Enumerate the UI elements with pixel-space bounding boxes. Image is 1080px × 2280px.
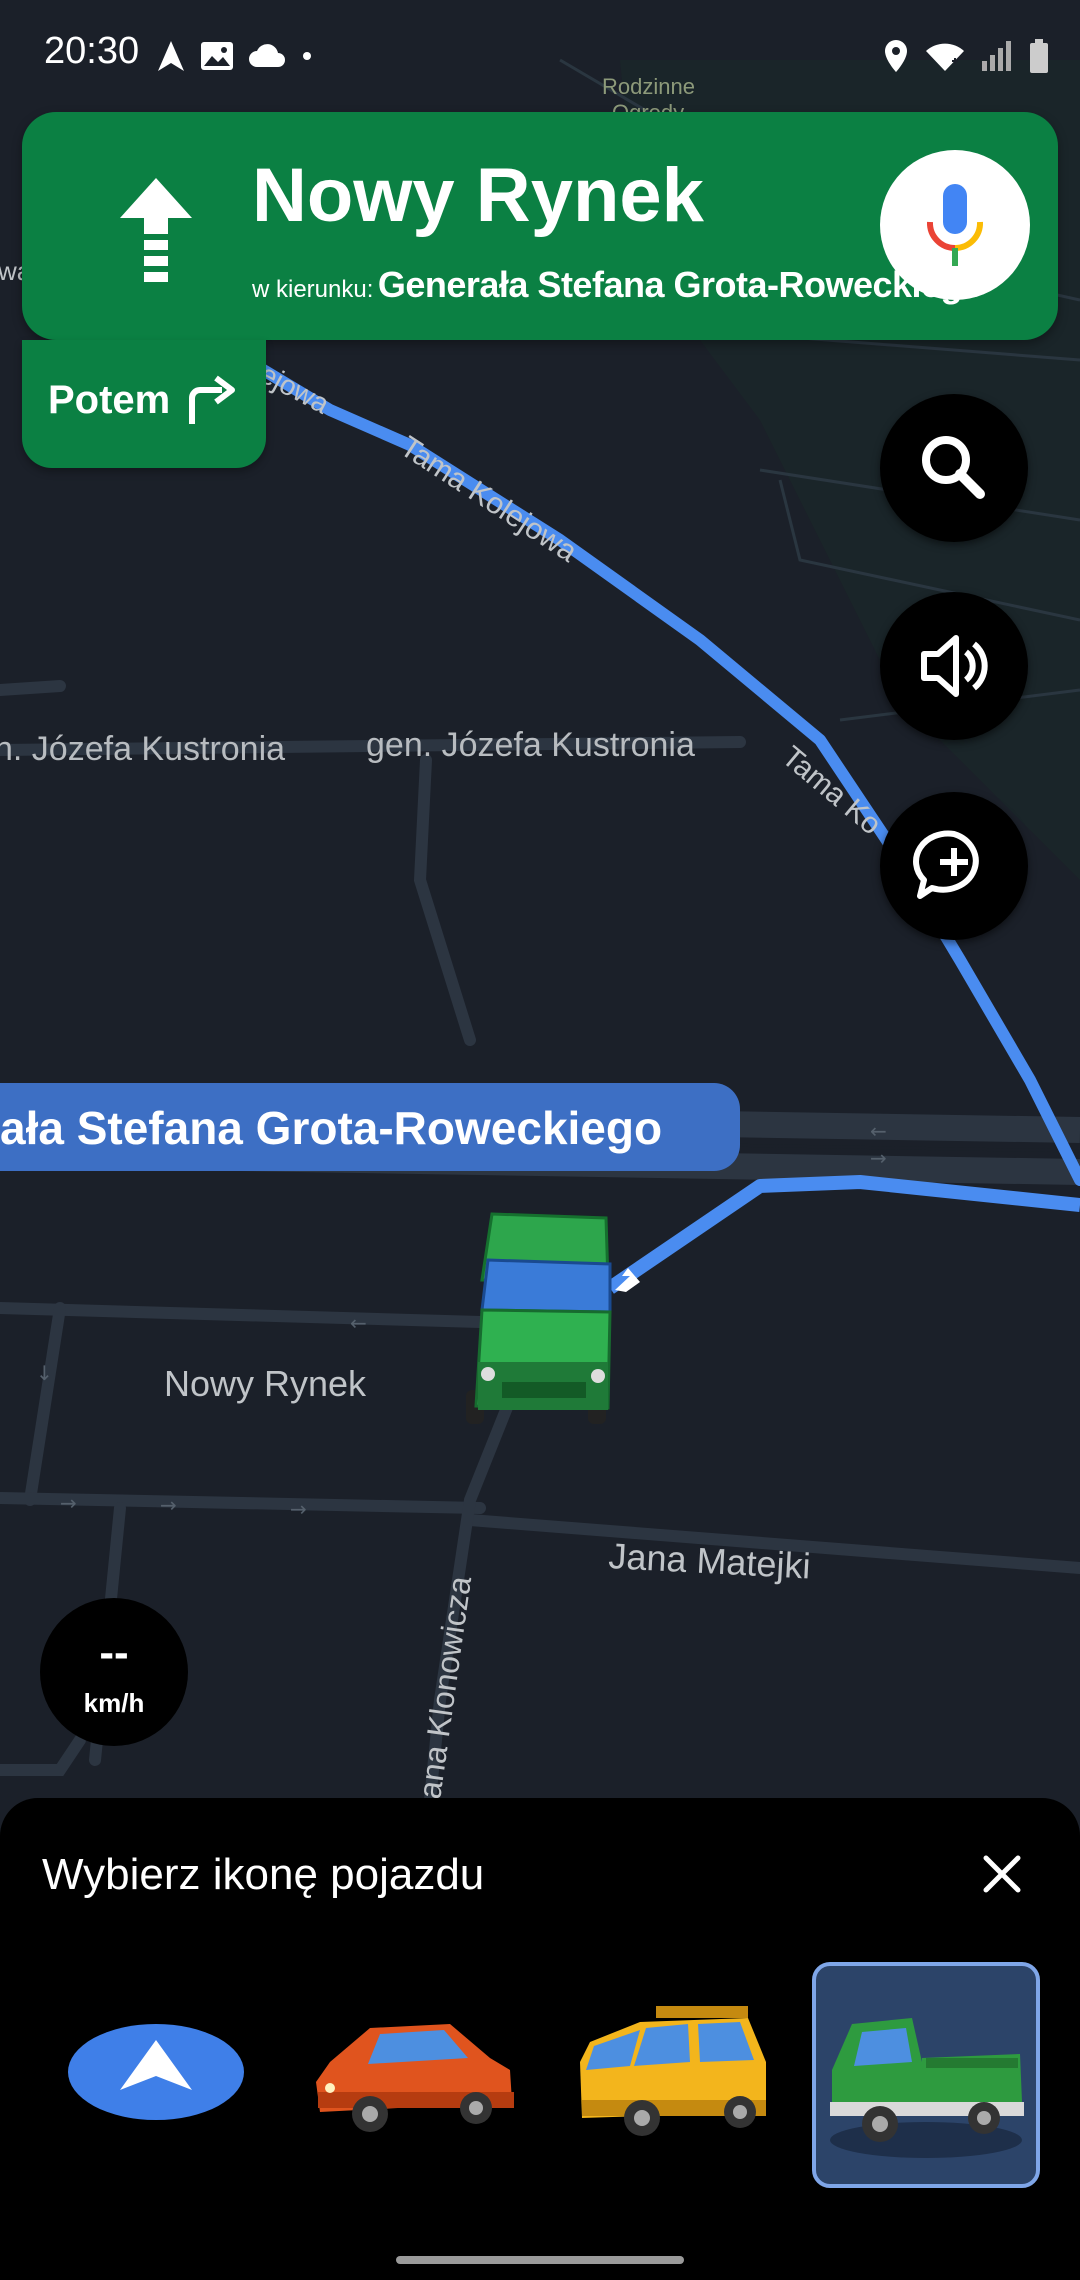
home-indicator[interactable] (396, 2256, 684, 2264)
status-left-icons (156, 30, 314, 82)
vehicle-option-yellow-suv[interactable] (560, 1962, 788, 2188)
svg-text:→: → (160, 1493, 177, 1517)
vehicle-option-red-car[interactable] (300, 1962, 528, 2188)
search-icon (922, 436, 985, 499)
svg-text:→: → (290, 1497, 307, 1521)
speedometer: -- km/h (40, 1598, 188, 1746)
microphone-icon (927, 184, 983, 266)
map-label-nowy-rynek: Nowy Rynek (164, 1363, 367, 1404)
add-report-button[interactable] (880, 792, 1028, 940)
pickup-truck-icon (466, 1212, 612, 1424)
turn-right-icon (189, 375, 235, 424)
nav-street-name: Nowy Rynek (252, 153, 704, 238)
cloud-icon (249, 44, 285, 67)
search-button[interactable] (880, 394, 1028, 542)
wifi-icon (926, 43, 964, 71)
dot-icon (303, 52, 311, 60)
sheet-title: Wybierz ikonę pojazdu (42, 1850, 485, 1899)
svg-text:↓: ↓ (36, 1361, 53, 1385)
voice-search-button[interactable] (880, 150, 1030, 300)
speed-unit: km/h (83, 1688, 145, 1718)
then-maneuver-card[interactable]: Potem (22, 340, 266, 468)
map-label-kustronia-left: n. Józefa Kustronia (0, 730, 285, 768)
navigation-arrow-icon (68, 2024, 244, 2120)
red-car-icon (316, 2024, 514, 2132)
image-icon (201, 42, 233, 70)
vehicle-icon-sheet: Wybierz ikonę pojazdu (0, 1798, 1080, 2280)
location-icon (885, 40, 907, 72)
current-street-name: ała Stefana Grota-Roweckiego (0, 1102, 663, 1154)
map-label-kustronia-right: gen. Józefa Kustronia (366, 726, 695, 764)
status-time: 20:30 (44, 30, 140, 72)
arrow-straight-icon (120, 178, 192, 282)
status-bar: 20:30 (0, 0, 1080, 110)
vehicle-option-green-pickup[interactable] (812, 1962, 1040, 2188)
battery-icon (1030, 39, 1048, 73)
svg-text:→: → (60, 1491, 77, 1515)
navigation-icon (158, 41, 184, 71)
sound-button[interactable] (880, 592, 1028, 740)
svg-text:→: → (870, 1146, 887, 1170)
svg-text:←: ← (870, 1119, 887, 1143)
close-icon[interactable] (966, 1838, 1038, 1910)
then-label: Potem (48, 378, 171, 422)
nav-toward: w kierunku: Generała Stefana Grota-Rowec… (252, 264, 984, 306)
nav-toward-prefix: w kierunku: (252, 276, 374, 303)
current-street-banner: ała Stefana Grota-Roweckiego (0, 1083, 740, 1171)
add-report-icon (913, 830, 979, 899)
yellow-suv-icon (580, 2006, 766, 2136)
vehicle-option-arrow[interactable] (46, 1962, 274, 2188)
speed-value: -- (99, 1628, 129, 1677)
green-pickup-icon (830, 2018, 1024, 2158)
volume-icon (921, 635, 988, 697)
navigation-instruction-card[interactable]: Nowy Rynek w kierunku: Generała Stefana … (22, 112, 1058, 340)
svg-text:←: ← (350, 1311, 367, 1335)
status-right-icons (882, 30, 1050, 82)
signal-icon (982, 41, 1011, 71)
